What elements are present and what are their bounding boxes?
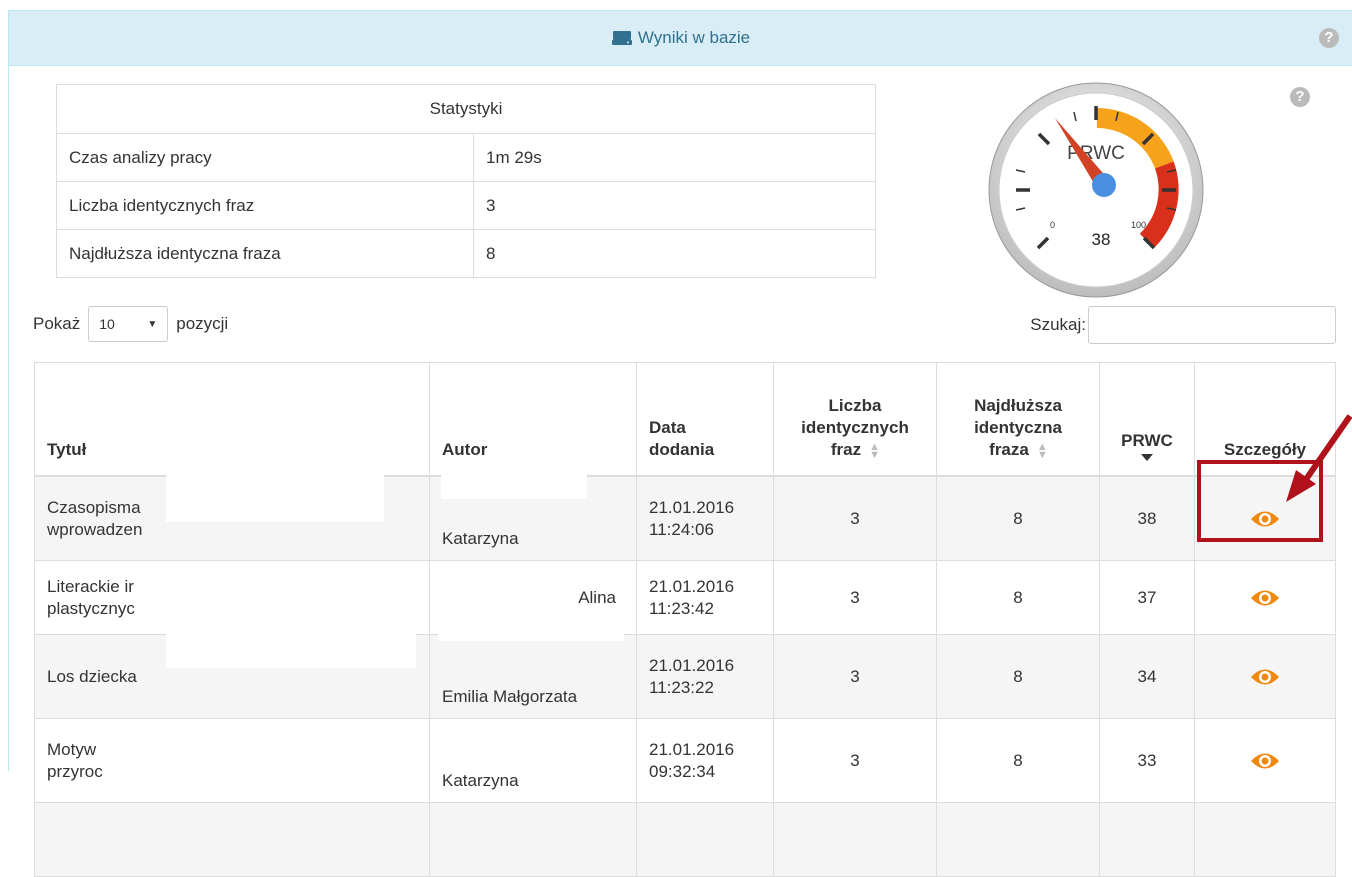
cell-longest: 8 [936, 560, 1100, 635]
cell-longest: 8 [936, 718, 1100, 803]
cell-title: Motyw przyroc [34, 718, 430, 803]
entries-label: pozycji [176, 314, 229, 333]
cell-longest: 8 [936, 475, 1100, 561]
col-header-count[interactable]: Liczba identycznych fraz ▲ ▼ [773, 362, 937, 477]
redaction-box [441, 467, 587, 499]
search-control: Szukaj: [1030, 306, 1336, 344]
gauge-max: 100 [1131, 220, 1146, 230]
details-cell [1194, 634, 1336, 719]
stats-label: Czas analizy pracy [56, 133, 474, 182]
cell-longest: 8 [936, 634, 1100, 719]
eye-icon[interactable] [1250, 751, 1280, 771]
panel-heading: Wyniki w bazie ? [9, 11, 1352, 66]
page-length-control: Pokaż 10 ▼ pozycji [33, 306, 228, 342]
table-row [34, 802, 1336, 877]
cell-author: Emilia Małgorzata [429, 634, 637, 719]
cell-date: 21.01.2016 11:23:22 [636, 634, 774, 719]
details-cell [1194, 718, 1336, 803]
cell-date: 21.01.2016 09:32:34 [636, 718, 774, 803]
redaction-box [438, 617, 624, 641]
sort-desc-icon [1141, 454, 1153, 461]
col-header-prwc[interactable]: PRWC [1099, 362, 1195, 477]
panel-title: Wyniki w bazie [637, 28, 751, 47]
show-label: Pokaż [33, 314, 81, 333]
stats-label: Liczba identycznych fraz [56, 181, 474, 230]
stats-value: 1m 29s [473, 133, 876, 182]
table-row: Motyw przyroc Katarzyna 21.01.2016 09:32:3… [34, 718, 1336, 803]
gauge-help-icon[interactable]: ? [1290, 87, 1310, 107]
col-header-date[interactable]: Data dodania [636, 362, 774, 477]
cell-prwc: 34 [1099, 634, 1195, 719]
cell-author: Katarzyna [429, 718, 637, 803]
cell-prwc: 38 [1099, 475, 1195, 561]
stats-value: 3 [473, 181, 876, 230]
cell-prwc: 37 [1099, 560, 1195, 635]
gauge-min: 0 [1050, 220, 1055, 230]
sort-icon: ▲ ▼ [1036, 440, 1048, 461]
cell-count: 3 [773, 718, 937, 803]
stats-header: Statystyki [56, 84, 876, 134]
gauge-value: 38 [1092, 230, 1111, 249]
statistics-table: Statystyki Czas analizy pracy 1m 29s Lic… [56, 84, 876, 278]
details-cell [1194, 560, 1336, 635]
help-icon[interactable]: ? [1319, 28, 1339, 48]
prwc-gauge: 0 100 PRWC 38 [988, 82, 1204, 298]
page-length-select[interactable]: 10 ▼ [88, 306, 169, 342]
page-length-value: 10 [99, 316, 115, 332]
cell-count: 3 [773, 634, 937, 719]
cell-prwc: 33 [1099, 718, 1195, 803]
caret-down-icon: ▼ [147, 318, 158, 330]
redaction-box [166, 467, 384, 522]
gauge-hub [1092, 173, 1116, 197]
search-label: Szukaj: [1030, 315, 1086, 334]
eye-icon[interactable] [1250, 667, 1280, 687]
search-input[interactable] [1088, 306, 1336, 344]
col-header-title[interactable]: Tytuł [34, 362, 430, 477]
sort-icon: ▲ ▼ [869, 440, 880, 461]
stats-value: 8 [473, 229, 876, 278]
hdd-icon [611, 31, 632, 45]
cell-date: 21.01.2016 11:24:06 [636, 475, 774, 561]
eye-icon[interactable] [1250, 588, 1280, 608]
cell-date: 21.01.2016 11:23:42 [636, 560, 774, 635]
stats-label: Najdłuższa identyczna fraza [56, 229, 474, 278]
cell-count: 3 [773, 560, 937, 635]
redaction-box [166, 616, 416, 668]
col-header-author[interactable]: Autor [429, 362, 637, 477]
cell-count: 3 [773, 475, 937, 561]
col-header-longest[interactable]: Najdłuższa identyczna fraza ▲ ▼ [936, 362, 1100, 477]
annotation-arrow [1286, 414, 1352, 502]
